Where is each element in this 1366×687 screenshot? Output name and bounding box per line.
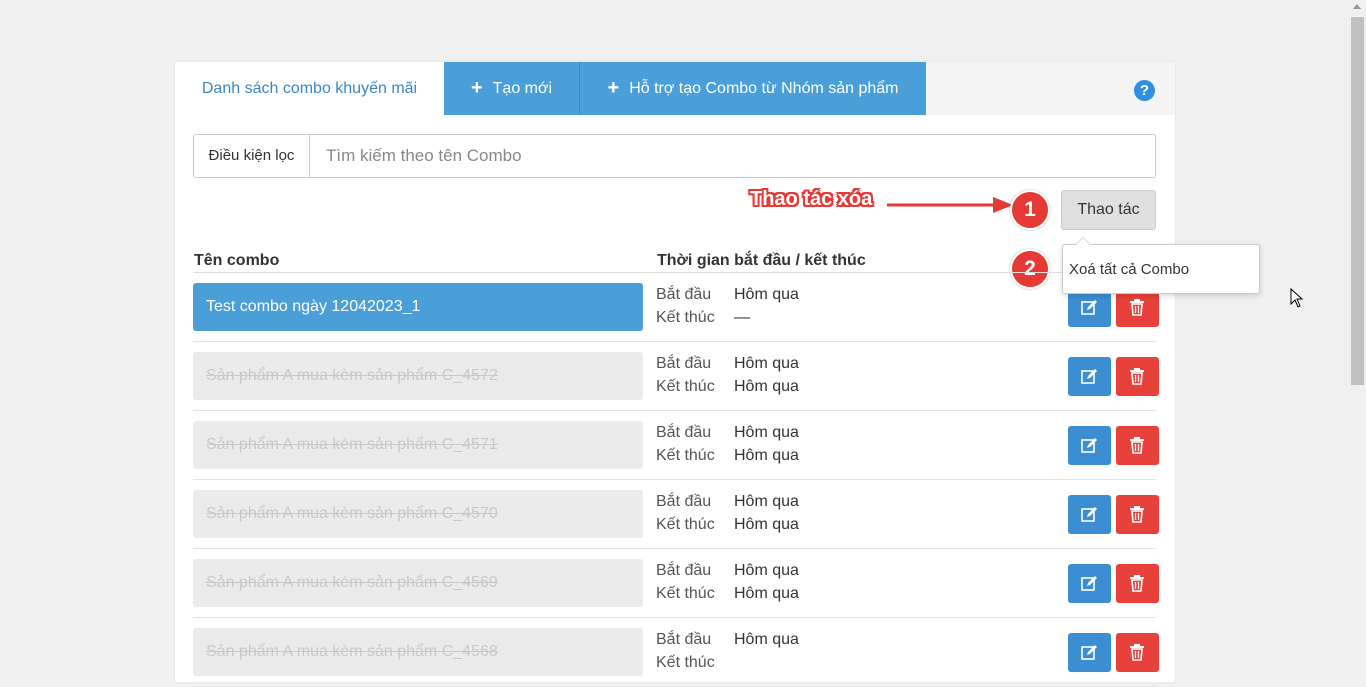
- table-row: Sản phẩm A mua kèm sản phẩm C_4571 Bắt đầ…: [193, 411, 1159, 480]
- table-row: Sản phẩm A mua kèm sản phẩm C_4572 Bắt đầ…: [193, 342, 1159, 411]
- table-row: Sản phẩm A mua kèm sản phẩm C_4569 Bắt đầ…: [193, 549, 1159, 618]
- delete-button[interactable]: [1116, 633, 1159, 672]
- table-row: Test combo ngày 12042023_1 Bắt đầu Hôm qua…: [193, 273, 1159, 342]
- start-value: Hôm qua: [734, 493, 799, 510]
- combo-name[interactable]: Sản phẩm A mua kèm sản phẩm C_4572: [193, 352, 643, 400]
- edit-icon: [1081, 645, 1097, 660]
- edit-button[interactable]: [1068, 633, 1111, 672]
- combo-name[interactable]: Sản phẩm A mua kèm sản phẩm C_4571: [193, 421, 643, 469]
- start-value: Hôm qua: [734, 286, 799, 303]
- search-input[interactable]: [310, 135, 1154, 177]
- plus-icon: +: [607, 77, 620, 99]
- tab-combo-list[interactable]: Danh sách combo khuyến mãi: [175, 62, 444, 115]
- end-value: —: [734, 309, 750, 326]
- trash-icon: [1130, 644, 1144, 661]
- edit-button[interactable]: [1068, 426, 1111, 465]
- edit-icon: [1081, 369, 1097, 384]
- actions-dropdown-delete-all[interactable]: Xoá tất cả Combo: [1062, 237, 1260, 294]
- help-icon[interactable]: ?: [1134, 80, 1155, 101]
- tab-create-new[interactable]: + Tạo mới: [444, 62, 579, 115]
- tab-create-from-group-label: Hỗ trợ tạo Combo từ Nhóm sản phẩm: [629, 80, 899, 97]
- end-value: Hôm qua: [734, 447, 799, 464]
- edit-icon: [1081, 438, 1097, 453]
- trash-icon: [1130, 299, 1144, 316]
- end-label: Kết thúc: [656, 309, 715, 326]
- delete-button[interactable]: [1116, 564, 1159, 603]
- combo-name[interactable]: Sản phẩm A mua kèm sản phẩm C_4570: [193, 490, 643, 538]
- edit-icon: [1081, 300, 1097, 315]
- combo-panel: Danh sách combo khuyến mãi + Tạo mới + Hỗ …: [175, 62, 1260, 687]
- end-value: Hôm qua: [734, 378, 799, 395]
- edit-button[interactable]: [1068, 495, 1111, 534]
- end-label: Kết thúc: [656, 516, 715, 533]
- delete-button[interactable]: [1116, 357, 1159, 396]
- combo-name[interactable]: Test combo ngày 12042023_1: [193, 283, 643, 331]
- trash-icon: [1130, 368, 1144, 385]
- edit-icon: [1081, 576, 1097, 591]
- start-value: Hôm qua: [734, 424, 799, 441]
- trash-icon: [1130, 575, 1144, 592]
- edit-button[interactable]: [1068, 357, 1111, 396]
- tab-create-from-group[interactable]: + Hỗ trợ tạo Combo từ Nhóm sản phẩm: [579, 62, 926, 115]
- table-row: Sản phẩm A mua kèm sản phẩm C_4570 Bắt đầ…: [193, 480, 1159, 549]
- combo-name[interactable]: Sản phẩm A mua kèm sản phẩm C_4568: [193, 628, 643, 676]
- trash-icon: [1130, 437, 1144, 454]
- start-value: Hôm qua: [734, 562, 799, 579]
- column-header-name: Tên combo: [194, 252, 280, 269]
- start-label: Bắt đầu: [656, 286, 712, 303]
- step-badge-1: 1: [1010, 190, 1050, 230]
- table-row: Sản phẩm A mua kèm sản phẩm C_4568 Bắt đầ…: [193, 618, 1159, 687]
- trash-icon: [1130, 506, 1144, 523]
- actions-button[interactable]: Thao tác: [1061, 190, 1156, 230]
- filter-label: Điều kiện lọc: [194, 135, 310, 177]
- column-header-time: Thời gian bắt đầu / kết thúc: [657, 252, 866, 269]
- edit-button[interactable]: [1068, 564, 1111, 603]
- end-value: Hôm qua: [734, 516, 799, 533]
- start-value: Hôm qua: [734, 355, 799, 372]
- combo-name[interactable]: Sản phẩm A mua kèm sản phẩm C_4569: [193, 559, 643, 607]
- delete-button[interactable]: [1116, 495, 1159, 534]
- end-value: Hôm qua: [734, 585, 799, 602]
- end-label: Kết thúc: [656, 378, 715, 395]
- start-label: Bắt đầu: [656, 631, 712, 648]
- annotation-label: Thao tác xóa: [750, 188, 873, 210]
- mouse-cursor-icon: [1290, 288, 1304, 308]
- scrollbar-thumb[interactable]: [1351, 17, 1364, 385]
- start-label: Bắt đầu: [656, 562, 712, 579]
- tab-bar: Danh sách combo khuyến mãi + Tạo mới + Hỗ …: [175, 62, 1175, 115]
- annotation-arrow-icon: [887, 197, 1013, 213]
- start-value: Hôm qua: [734, 631, 799, 648]
- end-label: Kết thúc: [656, 447, 715, 464]
- edit-icon: [1081, 507, 1097, 522]
- filter-box: Điều kiện lọc: [193, 134, 1156, 178]
- delete-button[interactable]: [1116, 426, 1159, 465]
- end-label: Kết thúc: [656, 585, 715, 602]
- plus-icon: +: [470, 77, 483, 99]
- start-label: Bắt đầu: [656, 355, 712, 372]
- start-label: Bắt đầu: [656, 424, 712, 441]
- tab-create-new-label: Tạo mới: [492, 80, 553, 97]
- scroll-up-icon[interactable]: [1353, 4, 1361, 9]
- start-label: Bắt đầu: [656, 493, 712, 510]
